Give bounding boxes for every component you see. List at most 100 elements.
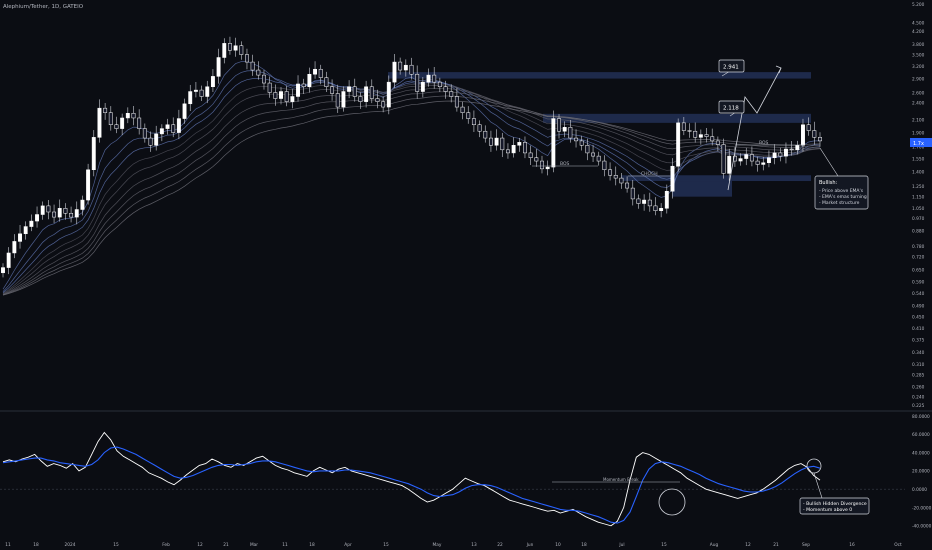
time-tick-label: Oct — [894, 542, 902, 548]
candle-down — [755, 160, 760, 165]
time-tick-label: Apr — [344, 542, 352, 548]
time-tick-label: 15 — [383, 542, 389, 548]
momentum-tick-label: 60.0000 — [912, 432, 930, 438]
time-tick-label: 18 — [33, 542, 39, 548]
candle-down — [693, 130, 698, 138]
candle-down — [630, 187, 635, 200]
price-tick-label: 0.720 — [912, 254, 925, 260]
candle-up — [313, 68, 317, 75]
price-tick-label: 3.200 — [912, 64, 925, 70]
candle-down — [619, 177, 624, 184]
candle-down — [721, 144, 726, 174]
candle-up — [6, 252, 11, 268]
candle-down — [415, 73, 420, 92]
candle-up — [766, 157, 771, 163]
candle-down — [381, 101, 386, 108]
candle-up — [551, 118, 556, 168]
price-tick-label: 2.400 — [912, 101, 925, 107]
candle-down — [131, 113, 136, 119]
candle-up — [307, 73, 312, 87]
candle-down — [460, 106, 465, 113]
time-tick-label: Jun — [526, 542, 534, 548]
candle-up — [420, 81, 425, 92]
candle-down — [528, 152, 533, 158]
candle-up — [165, 124, 170, 129]
candle-down — [398, 61, 403, 71]
price-tick-label: 0.780 — [912, 244, 925, 250]
candle-down — [687, 130, 692, 132]
candle-up — [545, 166, 550, 170]
time-tick-label: 11 — [5, 542, 11, 548]
price-tick-label: 0.260 — [912, 384, 925, 390]
price-tick-label: 0.590 — [912, 280, 925, 286]
candle-down — [171, 124, 176, 133]
candle-up — [35, 214, 39, 222]
price-tick-label: 0.310 — [912, 362, 925, 368]
candle-down — [114, 124, 119, 129]
momentum-tick-label: 0.0000 — [912, 487, 927, 493]
candle-up — [1, 267, 5, 274]
price-tick-label: 1.050 — [912, 206, 925, 212]
momentum-tick-label: 40.0000 — [912, 450, 930, 456]
time-tick-label: 18 — [309, 542, 315, 548]
candle-down — [273, 92, 278, 99]
candle-down — [585, 145, 590, 154]
price-tick-label: 2.600 — [912, 90, 925, 96]
divergence-line-1: - Bullish Hidden Divergence — [803, 501, 867, 507]
candle-up — [727, 155, 732, 174]
candle-down — [471, 118, 476, 125]
chart-background — [0, 0, 932, 550]
time-tick-label: Feb — [162, 542, 170, 548]
candle-down — [778, 152, 783, 157]
candle-down — [812, 130, 817, 138]
candle-down — [715, 140, 720, 145]
candle-down — [477, 124, 482, 132]
candle-down — [591, 152, 596, 157]
candle-up — [761, 162, 766, 165]
divergence-line-2: - Momentum above 0 — [803, 507, 852, 513]
price-tick-label: 1.150 — [912, 194, 925, 200]
candle-down — [579, 140, 584, 146]
candle-down — [557, 118, 561, 132]
time-tick-label: 12 — [197, 542, 203, 548]
candle-down — [352, 86, 357, 97]
bos-label-2: BOS — [759, 140, 769, 146]
price-tick-label: 1.900 — [912, 130, 925, 136]
candle-down — [358, 96, 363, 102]
candle-down — [653, 205, 658, 211]
callout-line-1: Bullish: — [819, 180, 838, 186]
candle-up — [154, 133, 159, 146]
price-tick-label: 4.500 — [912, 20, 925, 26]
target-2118: 2.118 — [723, 106, 739, 112]
candle-down — [369, 86, 374, 99]
time-tick-label: 22 — [497, 542, 503, 548]
price-tick-label: 0.410 — [912, 326, 925, 332]
candle-up — [182, 103, 187, 119]
candle-up — [670, 165, 675, 192]
candle-down — [63, 208, 68, 214]
candle-up — [511, 145, 516, 154]
candle-up — [205, 86, 210, 97]
candle-up — [744, 154, 749, 159]
momentum-tick-label: 80.0000 — [912, 414, 930, 420]
time-tick-label: 15 — [113, 542, 119, 548]
candle-down — [500, 137, 505, 151]
callout-line-3: - EMA's emas turning — [819, 194, 867, 200]
candle-down — [506, 149, 510, 154]
price-tick-label: 2.900 — [912, 76, 925, 82]
price-tick-label: 0.970 — [912, 216, 925, 222]
time-tick-label: Jul — [618, 542, 624, 548]
candle-down — [613, 175, 618, 179]
candle-down — [523, 142, 527, 154]
candle-down — [375, 98, 380, 102]
candle-up — [642, 199, 647, 204]
price-zone — [388, 72, 811, 79]
candle-up — [57, 208, 62, 218]
candle-down — [330, 86, 335, 94]
candle-down — [199, 89, 204, 97]
candle-up — [120, 117, 125, 129]
bos-label-1: BOS — [560, 161, 570, 167]
time-tick-label: 21 — [223, 542, 229, 548]
candle-up — [159, 128, 164, 135]
price-zone — [672, 181, 732, 197]
